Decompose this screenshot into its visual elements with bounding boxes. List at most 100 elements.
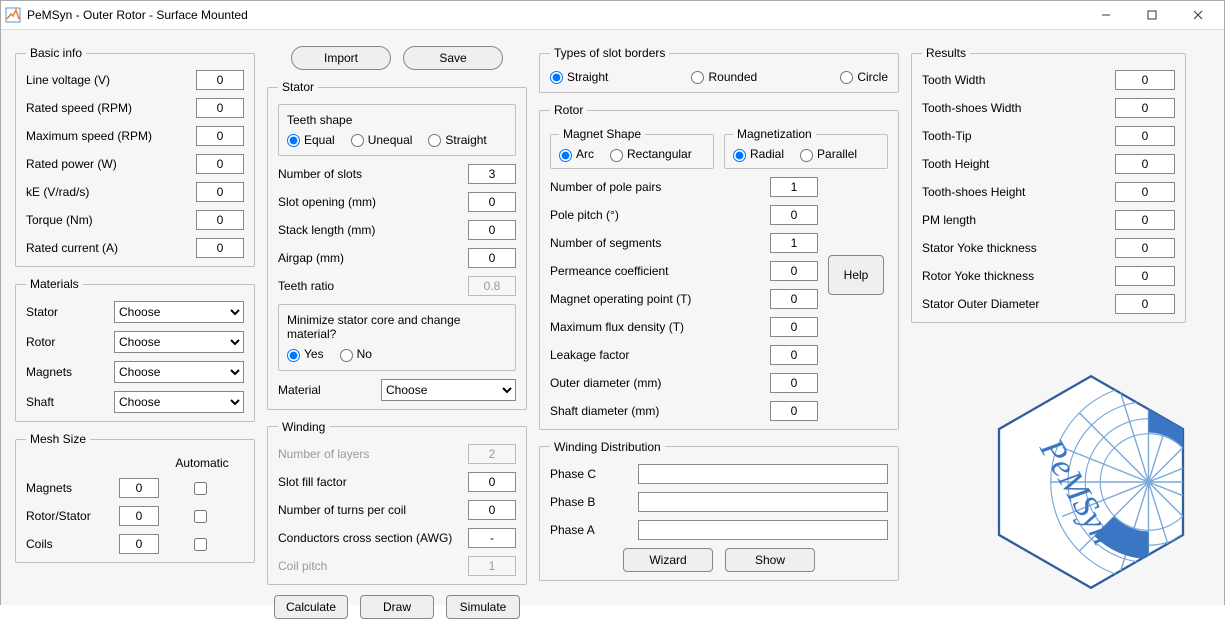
ke-input[interactable] [196,182,244,202]
segments-input[interactable] [770,233,818,253]
phase-a-input[interactable] [638,520,888,540]
label: Tooth Height [922,157,989,171]
mesh-magnets-auto-checkbox[interactable] [194,482,207,495]
label: Pole pitch (°) [550,208,619,222]
app-icon [5,7,21,23]
stator-title: Stator [278,80,318,94]
num-slots-input[interactable] [468,164,516,184]
label: Stator Outer Diameter [922,297,1039,311]
label: Slot fill factor [278,475,347,489]
magnet-shape-title: Magnet Shape [559,127,645,141]
magnets-material-select[interactable]: Choose [114,361,244,383]
turns-input[interactable] [468,500,516,520]
num-layers-input [468,444,516,464]
shaft-material-select[interactable]: Choose [114,391,244,413]
wizard-button[interactable]: Wizard [623,548,713,572]
label: Phase B [550,495,610,509]
tooth-shoes-width-output[interactable] [1115,98,1175,118]
label: Teeth ratio [278,279,334,293]
rotor-material-select[interactable]: Choose [114,331,244,353]
rated-power-input[interactable] [196,154,244,174]
simulate-button[interactable]: Simulate [446,595,520,619]
stator-yoke-output[interactable] [1115,238,1175,258]
mesh-coils-input[interactable] [119,534,159,554]
label: Tooth Width [922,73,985,87]
show-button[interactable]: Show [725,548,815,572]
slot-fill-input[interactable] [468,472,516,492]
help-button[interactable]: Help [828,255,884,295]
line-voltage-input[interactable] [196,70,244,90]
tooth-tip-output[interactable] [1115,126,1175,146]
label: Shaft [26,395,54,409]
minimize-button[interactable] [1084,2,1128,28]
magnet-rect-radio[interactable]: Rectangular [610,147,692,161]
pole-pairs-input[interactable] [770,177,818,197]
mag-radial-radio[interactable]: Radial [733,147,784,161]
automatic-header: Automatic [172,456,232,470]
rotor-title: Rotor [550,103,587,117]
calculate-button[interactable]: Calculate [274,595,348,619]
slot-borders-group: Types of slot borders Straight Rounded C… [539,46,899,93]
teeth-unequal-radio[interactable]: Unequal [351,133,413,147]
rated-current-input[interactable] [196,238,244,258]
stator-outer-diameter-output[interactable] [1115,294,1175,314]
magnet-arc-radio[interactable]: Arc [559,147,594,161]
winding-group: Winding Number of layers Slot fill facto… [267,420,527,585]
pole-pitch-input[interactable] [770,205,818,225]
maximize-button[interactable] [1130,2,1174,28]
slot-borders-title: Types of slot borders [550,46,669,60]
awg-input[interactable] [468,528,516,548]
stator-material-select[interactable]: Choose [114,301,244,323]
coil-pitch-input [468,556,516,576]
save-button[interactable]: Save [403,46,503,70]
label: Slot opening (mm) [278,195,376,209]
rated-speed-input[interactable] [196,98,244,118]
mesh-magnets-input[interactable] [119,478,159,498]
rotor-yoke-output[interactable] [1115,266,1175,286]
border-straight-radio[interactable]: Straight [550,70,608,84]
minimize-yes-radio[interactable]: Yes [287,347,324,361]
label: Permeance coefficient [550,264,669,278]
results-title: Results [922,46,970,60]
border-rounded-radio[interactable]: Rounded [691,70,757,84]
label: Tooth-shoes Height [922,185,1025,199]
mesh-coils-auto-checkbox[interactable] [194,538,207,551]
slot-opening-input[interactable] [468,192,516,212]
label: Magnets [26,481,106,495]
max-speed-input[interactable] [196,126,244,146]
outer-diameter-input[interactable] [770,373,818,393]
tooth-height-output[interactable] [1115,154,1175,174]
label: Line voltage (V) [26,73,110,87]
draw-button[interactable]: Draw [360,595,434,619]
mesh-rotor-input[interactable] [119,506,159,526]
label: Rotor Yoke thickness [922,269,1034,283]
perm-input[interactable] [770,261,818,281]
label: Stator Yoke thickness [922,241,1037,255]
border-circle-radio[interactable]: Circle [840,70,888,84]
label: Rotor/Stator [26,509,106,523]
airgap-input[interactable] [468,248,516,268]
minimize-no-radio[interactable]: No [340,347,372,361]
close-button[interactable] [1176,2,1220,28]
leak-input[interactable] [770,345,818,365]
mag-parallel-radio[interactable]: Parallel [800,147,857,161]
stator-core-material-select[interactable]: Choose [381,379,516,401]
teeth-straight-radio[interactable]: Straight [428,133,486,147]
label: Number of turns per coil [278,503,406,517]
teeth-equal-radio[interactable]: Equal [287,133,335,147]
pm-length-output[interactable] [1115,210,1175,230]
mesh-rotor-auto-checkbox[interactable] [194,510,207,523]
shaft-diameter-input[interactable] [770,401,818,421]
import-button[interactable]: Import [291,46,391,70]
label: Phase A [550,523,610,537]
mop-input[interactable] [770,289,818,309]
stack-length-input[interactable] [468,220,516,240]
flux-input[interactable] [770,317,818,337]
phase-c-input[interactable] [638,464,888,484]
torque-input[interactable] [196,210,244,230]
basic-info-title: Basic info [26,46,86,60]
tooth-shoes-height-output[interactable] [1115,182,1175,202]
tooth-width-output[interactable] [1115,70,1175,90]
label: Torque (Nm) [26,213,93,227]
phase-b-input[interactable] [638,492,888,512]
